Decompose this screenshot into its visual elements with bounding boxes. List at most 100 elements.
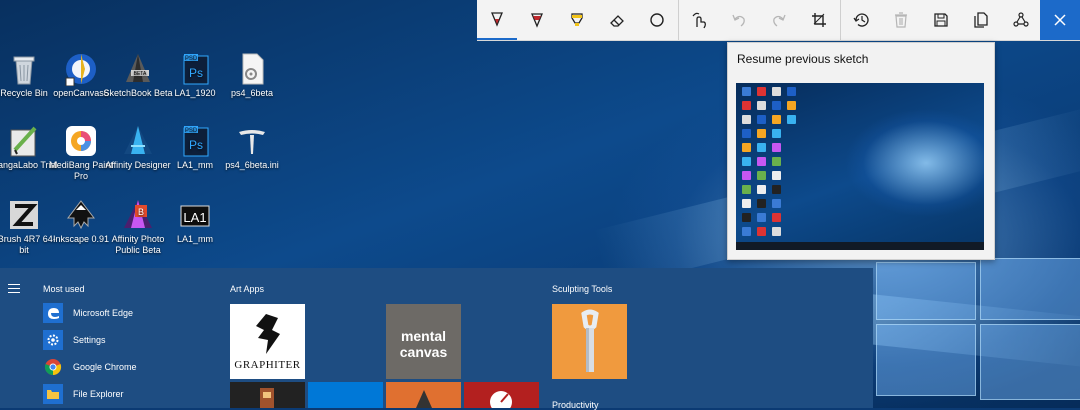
tile-sculpting-app[interactable] xyxy=(552,304,627,379)
tile-blue-app[interactable] xyxy=(308,382,383,408)
highlighter-button[interactable] xyxy=(557,0,597,40)
delete-icon xyxy=(895,12,907,28)
most-used-item-chrome[interactable]: Google Chrome xyxy=(43,355,137,379)
save-button[interactable] xyxy=(921,0,961,40)
orange-app-icon xyxy=(416,390,432,408)
save-icon xyxy=(934,13,948,27)
redo-button[interactable] xyxy=(759,0,799,40)
history-button[interactable] xyxy=(841,0,881,40)
thumbnail-desktop-icon xyxy=(742,115,751,124)
thumbnail-desktop-icon xyxy=(742,143,751,152)
desktop-icon-label: ps4_6beta.ini xyxy=(225,160,279,170)
hamburger-menu-icon[interactable] xyxy=(8,284,20,296)
edge-icon xyxy=(43,303,63,323)
svg-text:B: B xyxy=(138,207,144,217)
tile-pixel-character[interactable] xyxy=(230,382,305,408)
thumbnail-desktop-icon xyxy=(772,227,781,236)
thumbnail-desktop-icon xyxy=(742,227,751,236)
thumbnail-desktop-icon xyxy=(742,87,751,96)
previous-sketch-thumbnail[interactable] xyxy=(736,83,984,250)
desktop-icon-la1-mm-2[interactable]: LA1 LA1_mm xyxy=(160,198,230,245)
desktop-icon-label: LA1_mm xyxy=(176,234,213,244)
resume-sketch-panel: Resume previous sketch xyxy=(727,42,995,260)
photoshop-psd-icon: PSD Ps xyxy=(178,124,212,158)
opencanvas-icon xyxy=(64,52,98,87)
svg-text:PSD: PSD xyxy=(185,128,198,134)
undo-icon xyxy=(732,14,745,27)
pencil-icon xyxy=(531,13,543,28)
crop-icon xyxy=(812,13,826,27)
close-icon xyxy=(1054,14,1066,26)
mental-canvas-label-1: mental xyxy=(400,328,447,344)
resume-sketch-title: Resume previous sketch xyxy=(737,52,869,66)
ruler-button[interactable] xyxy=(637,0,677,40)
delete-button[interactable] xyxy=(881,0,921,40)
desktop-icon-label: Recycle Bin xyxy=(0,88,48,98)
most-used-item-settings[interactable]: Settings xyxy=(43,328,106,352)
copy-button[interactable] xyxy=(961,0,1001,40)
tile-red-app[interactable] xyxy=(464,382,539,408)
desktop-icon-label: LA1_mm xyxy=(176,160,213,170)
share-button[interactable] xyxy=(1001,0,1041,40)
eraser-button[interactable] xyxy=(597,0,637,40)
thumbnail-desktop-icon xyxy=(742,185,751,194)
most-used-label: Settings xyxy=(73,335,106,345)
thumbnail-desktop-icon xyxy=(742,213,751,222)
ballpoint-pen-button[interactable] xyxy=(477,0,517,40)
most-used-item-edge[interactable]: Microsoft Edge xyxy=(43,301,133,325)
group-title-art-apps: Art Apps xyxy=(230,284,265,294)
pixel-character-icon xyxy=(260,388,274,408)
group-title-sculpting-tools: Sculpting Tools xyxy=(552,284,613,294)
folder-icon xyxy=(43,384,63,404)
most-used-label: File Explorer xyxy=(73,389,124,399)
close-button[interactable] xyxy=(1040,0,1080,40)
highlighter-icon xyxy=(571,13,583,26)
thumbnail-desktop-icon xyxy=(757,199,766,208)
medibang-icon xyxy=(64,124,98,158)
thumbnail-desktop-icon xyxy=(757,227,766,236)
thumbnail-desktop-icon xyxy=(772,143,781,152)
la1-file-icon: LA1 xyxy=(178,198,212,232)
sketchbook-icon: BETA xyxy=(121,52,155,86)
group-title-productivity: Productivity xyxy=(552,400,599,410)
svg-text:Ps: Ps xyxy=(189,66,203,80)
thumbnail-desktop-icon xyxy=(757,143,766,152)
most-used-item-file-explorer[interactable]: File Explorer xyxy=(43,382,124,406)
thumbnail-desktop-icon xyxy=(772,101,781,110)
tile-graphiter[interactable]: GRAPHITER xyxy=(230,304,305,379)
thumbnail-desktop-icon xyxy=(757,87,766,96)
inkscape-icon xyxy=(64,198,98,232)
pencil-button[interactable] xyxy=(517,0,557,40)
most-used-label: Google Chrome xyxy=(73,362,137,372)
desktop-icon-label: Inkscape 0.91 xyxy=(52,234,110,244)
desktop-icon-label: LA1_1920 xyxy=(174,88,216,98)
undo-button[interactable] xyxy=(719,0,759,40)
desktop-icon-label: ps4_6beta xyxy=(230,88,274,98)
red-app-icon xyxy=(490,391,512,408)
mangalabo-icon xyxy=(7,124,41,158)
eraser-icon xyxy=(610,15,624,27)
svg-text:Ps: Ps xyxy=(189,138,203,152)
tile-mental-canvas[interactable]: mental canvas xyxy=(386,304,461,379)
thumbnail-desktop-icon xyxy=(772,115,781,124)
thumbnail-desktop-icon xyxy=(772,157,781,166)
thumbnail-desktop-icon xyxy=(757,129,766,138)
affinity-photo-icon: B xyxy=(121,198,155,232)
svg-text:LA1: LA1 xyxy=(183,210,206,225)
thumbnail-desktop-icon xyxy=(787,115,796,124)
share-icon xyxy=(1013,12,1029,27)
thumbnail-desktop-icon xyxy=(757,213,766,222)
tile-orange-app[interactable] xyxy=(386,382,461,408)
mental-canvas-label-2: canvas xyxy=(399,344,448,360)
sculpting-tool-icon xyxy=(581,309,599,372)
desktop-icon-ps4-6beta[interactable]: ps4_6beta xyxy=(217,52,287,99)
settings-gear-icon xyxy=(43,330,63,350)
desktop-icon-ps4-6beta-ini[interactable]: ps4_6beta.ini xyxy=(217,124,287,171)
touch-writing-button[interactable] xyxy=(679,0,719,40)
crop-button[interactable] xyxy=(799,0,839,40)
thumbnail-desktop-icon xyxy=(772,171,781,180)
recycle-bin-icon xyxy=(7,52,41,86)
thumbnail-desktop-icon xyxy=(742,171,751,180)
thumbnail-desktop-icon xyxy=(787,87,796,96)
touch-writing-icon xyxy=(692,12,706,29)
